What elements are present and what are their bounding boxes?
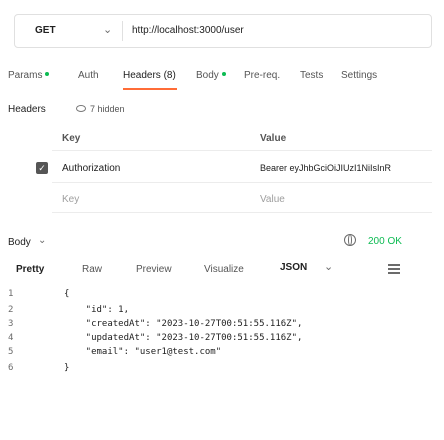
- response-toolbar: Pretty Raw Preview Visualize JSON ⌄: [8, 256, 436, 280]
- divider: [122, 21, 123, 41]
- tab-pre-request[interactable]: Pre-req.: [244, 70, 280, 81]
- url-bar: GET ⌄ http://localhost:3000/user: [14, 14, 432, 48]
- column-header-key: Key: [62, 133, 81, 144]
- code-text: "id": 1,: [64, 305, 130, 315]
- url-input[interactable]: http://localhost:3000/user: [132, 25, 244, 36]
- code-text: "createdAt": "2023-10-27T00:51:55.116Z",: [64, 319, 303, 329]
- response-body-label[interactable]: Body: [8, 237, 31, 248]
- tab-pretty[interactable]: Pretty: [16, 264, 44, 275]
- code-text: "email": "user1@test.com": [64, 347, 222, 357]
- chevron-down-icon[interactable]: ⌄: [324, 260, 333, 273]
- code-text: "updatedAt": "2023-10-27T00:51:55.116Z",: [64, 333, 303, 343]
- column-header-value: Value: [260, 133, 287, 144]
- code-text: {: [64, 289, 70, 299]
- divider: [52, 182, 432, 183]
- format-select[interactable]: JSON: [280, 262, 307, 273]
- tab-params[interactable]: Params: [8, 70, 50, 81]
- globe-icon[interactable]: [344, 234, 356, 246]
- request-tabs: Params Auth Headers (8) Body Pre-req. Te…: [8, 70, 444, 90]
- tab-tests[interactable]: Tests: [300, 70, 323, 81]
- tab-auth[interactable]: Auth: [78, 70, 99, 81]
- eye-icon: [76, 105, 86, 112]
- divider: [52, 212, 432, 213]
- divider: [52, 150, 432, 151]
- hidden-headers-toggle[interactable]: 7 hidden: [76, 104, 125, 114]
- chevron-down-icon[interactable]: ⌄: [103, 23, 112, 36]
- tab-preview[interactable]: Preview: [136, 264, 172, 275]
- new-header-value-input[interactable]: Value: [260, 194, 285, 205]
- tab-settings[interactable]: Settings: [341, 70, 377, 81]
- active-tab-underline: [123, 88, 177, 90]
- header-key-field[interactable]: Authorization: [62, 163, 120, 174]
- new-header-key-input[interactable]: Key: [62, 194, 79, 205]
- modified-dot-icon: [45, 72, 50, 77]
- method-select[interactable]: GET: [35, 25, 56, 36]
- tab-visualize[interactable]: Visualize: [204, 264, 244, 275]
- tab-body[interactable]: Body: [196, 70, 226, 81]
- status-badge[interactable]: 200 OK: [368, 236, 402, 247]
- code-text: }: [64, 363, 70, 373]
- header-value-field[interactable]: Bearer eyJhbGciOiJIUzI1NiIsInR: [260, 163, 438, 173]
- tab-raw[interactable]: Raw: [82, 264, 102, 275]
- headers-section-label: Headers: [8, 104, 46, 115]
- tab-headers[interactable]: Headers (8): [123, 70, 176, 81]
- modified-dot-icon: [221, 72, 226, 77]
- chevron-down-icon[interactable]: ⌄: [38, 235, 46, 246]
- wrap-lines-icon[interactable]: [388, 264, 400, 274]
- header-enabled-checkbox[interactable]: ✓: [36, 162, 48, 174]
